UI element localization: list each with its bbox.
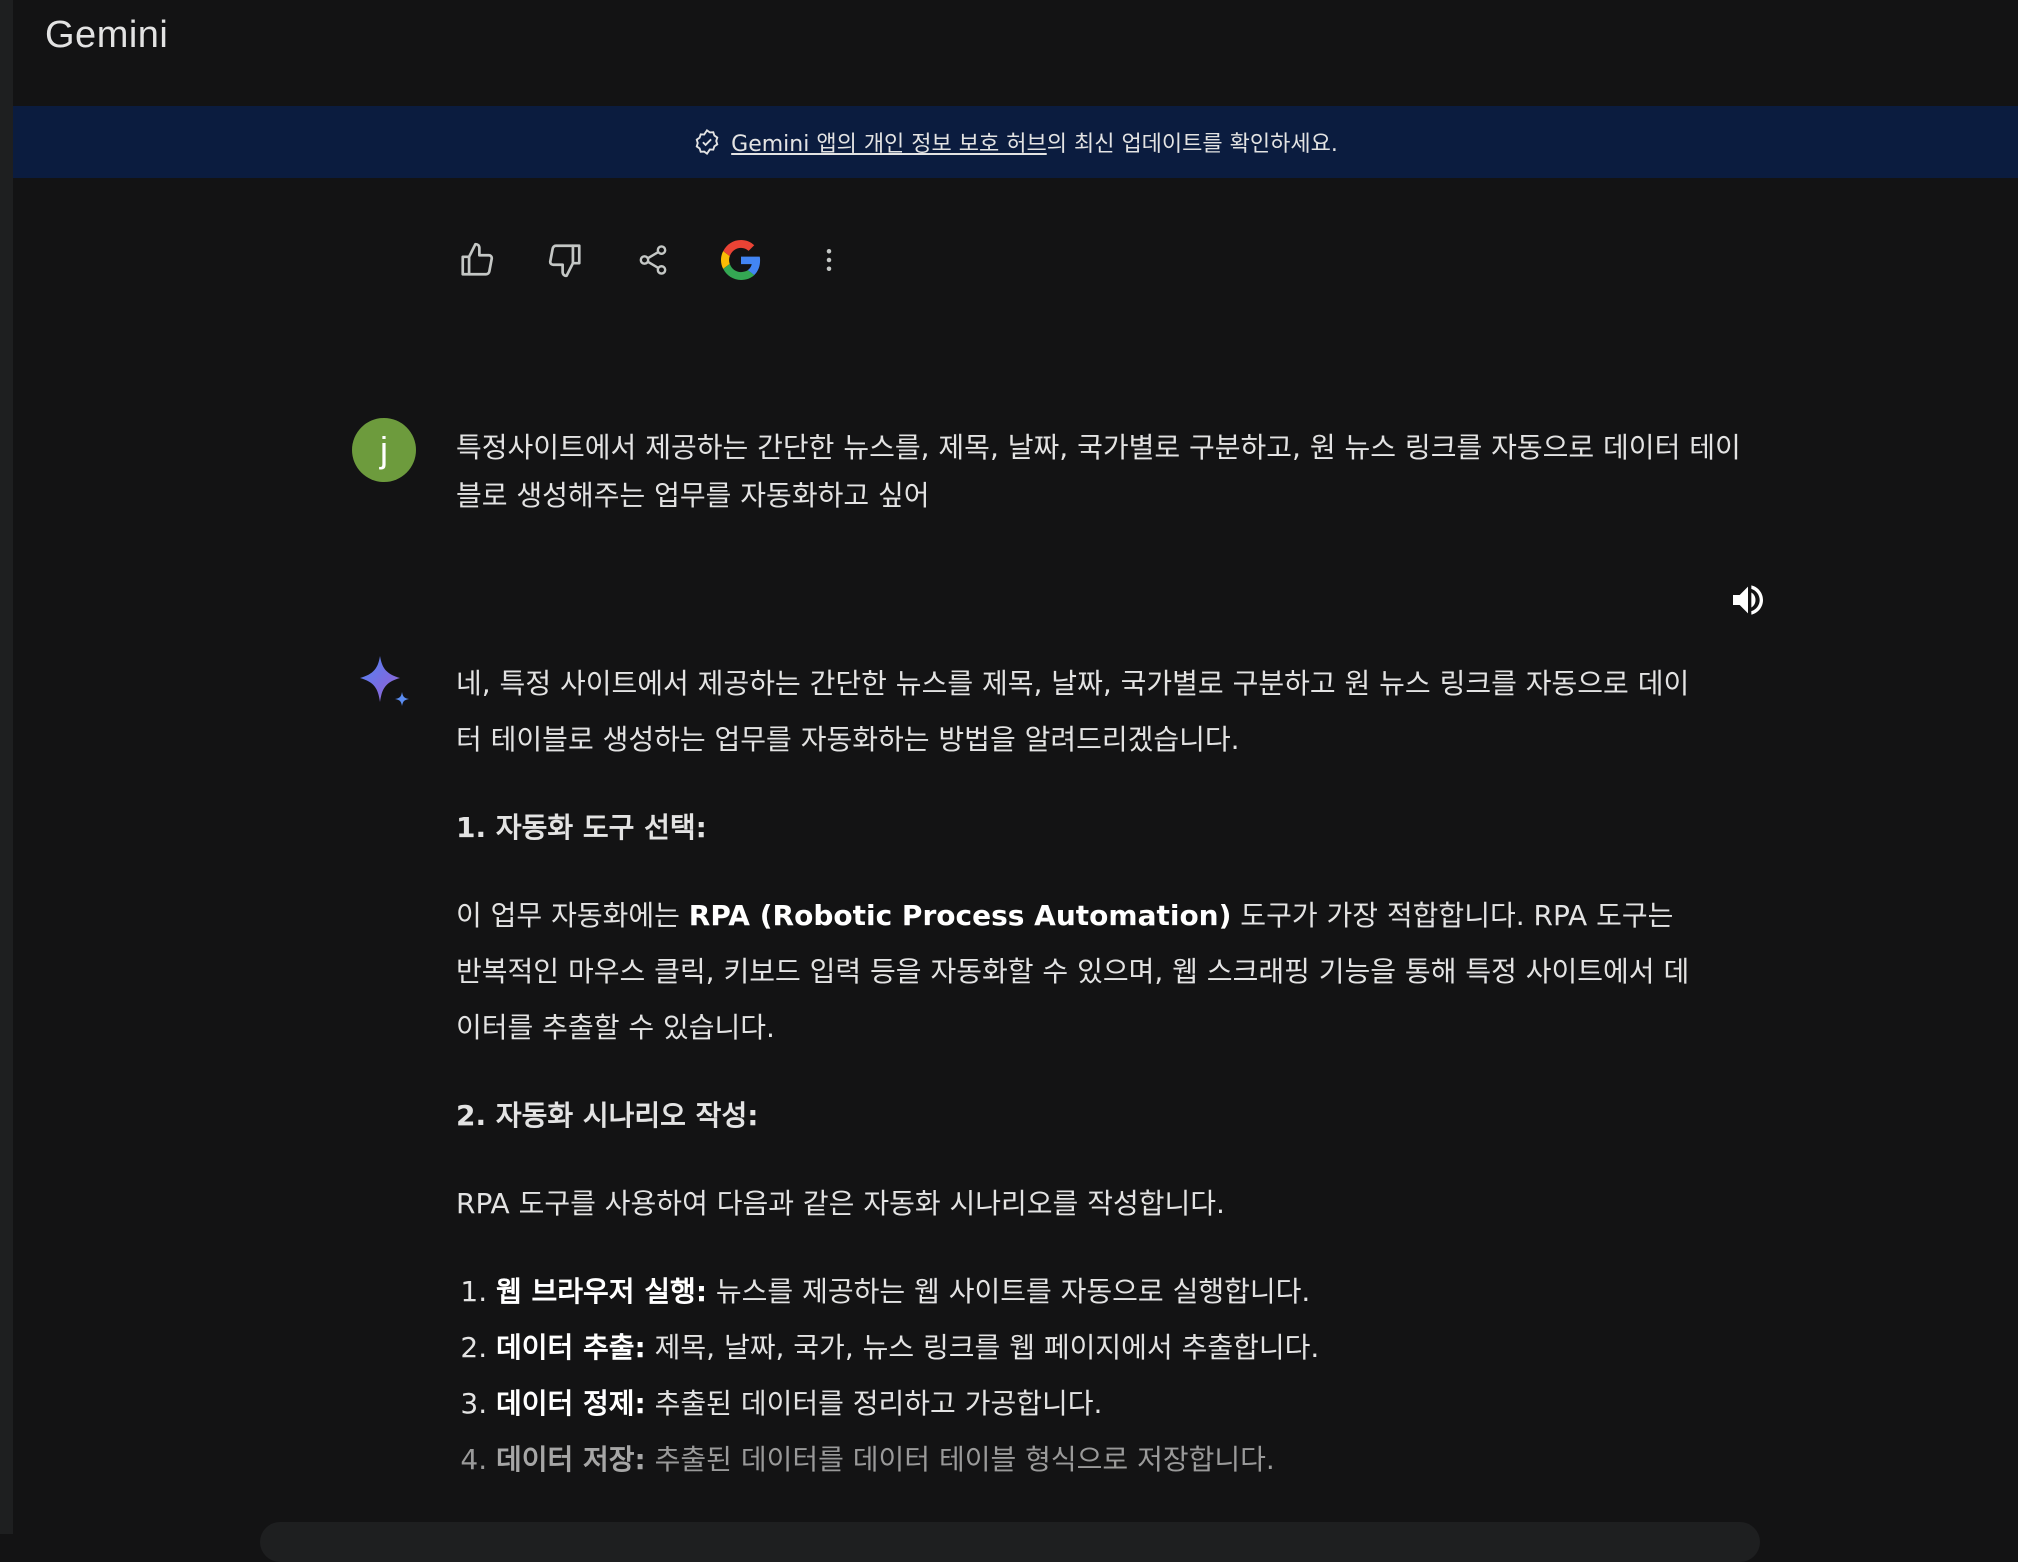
- section-heading-1: 1. 자동화 도구 선택:: [456, 811, 707, 844]
- read-aloud-button[interactable]: [1724, 578, 1772, 626]
- share-button[interactable]: [629, 238, 677, 286]
- thumbs-up-icon: [458, 241, 496, 283]
- steps-list: 웹 브라우저 실행: 뉴스를 제공하는 웹 사이트를 자동으로 실행합니다. 데…: [456, 1264, 1696, 1488]
- model-response: 네, 특정 사이트에서 제공하는 간단한 뉴스를 제목, 날짜, 국가별로 구분…: [456, 656, 1696, 1488]
- section-2-paragraph: RPA 도구를 사용하여 다음과 같은 자동화 시나리오를 작성합니다.: [456, 1187, 1225, 1220]
- verified-badge-icon: [693, 128, 721, 156]
- thumbs-down-button[interactable]: [541, 238, 589, 286]
- step-title: 데이터 정제:: [496, 1387, 646, 1420]
- list-item: 데이터 추출: 제목, 날짜, 국가, 뉴스 링크를 웹 페이지에서 추출합니다…: [496, 1320, 1696, 1376]
- privacy-banner: Gemini 앱의 개인 정보 보호 허브 의 최신 업데이트를 확인하세요.: [13, 106, 2018, 178]
- more-options-button[interactable]: [805, 238, 853, 286]
- sidebar-edge: [0, 0, 13, 1534]
- response-actions: [453, 238, 893, 286]
- list-item: 웹 브라우저 실행: 뉴스를 제공하는 웹 사이트를 자동으로 실행합니다.: [496, 1264, 1696, 1320]
- step-text: 뉴스를 제공하는 웹 사이트를 자동으로 실행합니다.: [707, 1275, 1311, 1308]
- step-text: 추출된 데이터를 정리하고 가공합니다.: [645, 1387, 1103, 1420]
- thumbs-up-button[interactable]: [453, 238, 501, 286]
- app-title: Gemini: [45, 14, 169, 56]
- google-icon: [721, 240, 761, 284]
- prompt-input-bar[interactable]: [260, 1522, 1760, 1562]
- speaker-icon: [1728, 580, 1768, 624]
- list-item: 데이터 정제: 추출된 데이터를 정리하고 가공합니다.: [496, 1376, 1696, 1432]
- double-check-button[interactable]: [717, 238, 765, 286]
- thumbs-down-icon: [546, 241, 584, 283]
- section-1-paragraph: 이 업무 자동화에는 RPA (Robotic Process Automati…: [456, 888, 1696, 1056]
- step-title: 웹 브라우저 실행:: [496, 1275, 708, 1308]
- user-message: 특정사이트에서 제공하는 간단한 뉴스를, 제목, 날짜, 국가별로 구분하고,…: [456, 431, 1741, 512]
- step-text: 추출된 데이터를 데이터 테이블 형식으로 저장합니다.: [645, 1443, 1275, 1476]
- list-item: 데이터 저장: 추출된 데이터를 데이터 테이블 형식으로 저장합니다.: [496, 1432, 1696, 1488]
- more-vert-icon: [814, 245, 844, 279]
- privacy-hub-link[interactable]: Gemini 앱의 개인 정보 보호 허브: [731, 126, 1047, 158]
- top-bar: Gemini: [13, 0, 2018, 106]
- step-text: 제목, 날짜, 국가, 뉴스 링크를 웹 페이지에서 추출합니다.: [645, 1331, 1320, 1364]
- share-icon: [636, 243, 670, 281]
- section-heading-2: 2. 자동화 시나리오 작성:: [456, 1099, 759, 1132]
- section-1-bold: RPA (Robotic Process Automation): [688, 899, 1232, 932]
- step-title: 데이터 추출:: [496, 1331, 646, 1364]
- gemini-sparkle-icon: [352, 650, 416, 714]
- step-title: 데이터 저장:: [496, 1443, 646, 1476]
- response-intro: 네, 특정 사이트에서 제공하는 간단한 뉴스를 제목, 날짜, 국가별로 구분…: [456, 667, 1690, 756]
- section-1-text-before: 이 업무 자동화에는: [456, 899, 689, 932]
- banner-suffix: 의 최신 업데이트를 확인하세요.: [1046, 132, 1338, 157]
- user-avatar[interactable]: j: [352, 418, 416, 482]
